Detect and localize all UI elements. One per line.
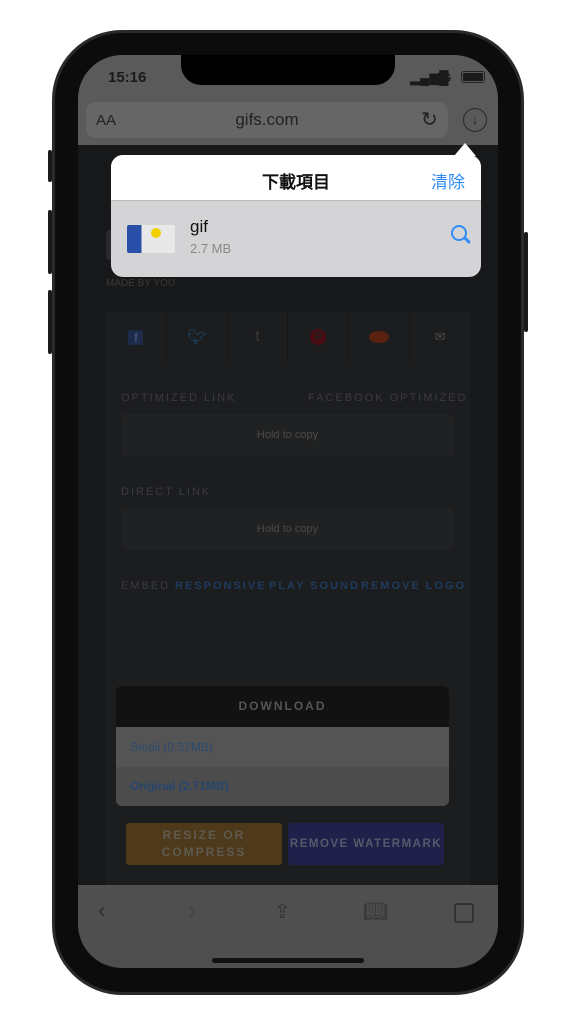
remove-logo-link[interactable]: REMOVE LOGO bbox=[361, 580, 466, 592]
url-domain: gifs.com bbox=[235, 110, 299, 129]
url-bar[interactable]: AA gifs.com ↻ bbox=[86, 102, 448, 138]
twitter-icon[interactable]: 🐦︎ bbox=[167, 312, 228, 362]
mute-switch bbox=[48, 150, 52, 182]
reload-icon[interactable]: ↻ bbox=[421, 107, 438, 132]
download-size: 2.7 MB bbox=[190, 241, 232, 256]
bookmarks-icon[interactable]: 📖︎ bbox=[363, 899, 388, 924]
battery-icon bbox=[461, 71, 485, 83]
safari-toolbar: ‹ › ⇪ 📖︎ bbox=[78, 885, 498, 968]
download-small-option[interactable]: Small (0.37MB) bbox=[116, 727, 449, 767]
reddit-icon[interactable] bbox=[369, 331, 390, 343]
made-by-label: MADE BY YOU bbox=[106, 278, 176, 289]
pinterest-icon[interactable]: p bbox=[310, 329, 327, 345]
volume-up-button bbox=[48, 210, 52, 274]
remove-watermark-button[interactable]: REMOVE WATERMARK bbox=[288, 823, 444, 865]
screen: 15:16 ▂▄▆█ 4G AA gifs.com ↻ ↓ MADE BY YO… bbox=[78, 55, 498, 968]
back-icon[interactable]: ‹ bbox=[98, 897, 106, 925]
direct-link-field[interactable]: Hold to copy bbox=[121, 508, 454, 550]
clear-button[interactable]: 清除 bbox=[431, 168, 465, 193]
share-row: f 🐦︎ t p ✉ bbox=[106, 312, 470, 362]
power-button bbox=[524, 232, 528, 332]
embed-label: EMBED bbox=[121, 580, 171, 592]
mail-icon[interactable]: ✉ bbox=[410, 312, 470, 362]
tumblr-icon[interactable]: t bbox=[228, 312, 289, 362]
optimized-link-label: OPTIMIZED LINK bbox=[121, 392, 237, 404]
download-original-option[interactable]: Original (2.71MB) bbox=[116, 767, 449, 806]
notch bbox=[181, 55, 395, 85]
status-time: 15:16 bbox=[108, 69, 147, 86]
tabs-icon[interactable] bbox=[454, 903, 474, 923]
optimized-link-field[interactable]: Hold to copy bbox=[121, 414, 454, 456]
download-item[interactable]: gif 2.7 MB bbox=[111, 201, 481, 277]
download-menu: DOWNLOAD Small (0.37MB) Original (2.71MB… bbox=[116, 686, 449, 806]
downloads-icon[interactable]: ↓ bbox=[463, 108, 487, 132]
resize-compress-button[interactable]: RESIZE OR COMPRESS bbox=[126, 823, 282, 865]
download-header: DOWNLOAD bbox=[116, 686, 449, 727]
forward-icon[interactable]: › bbox=[188, 897, 196, 925]
share-icon[interactable]: ⇪ bbox=[274, 899, 291, 924]
home-indicator bbox=[212, 958, 364, 963]
play-sound-link[interactable]: PLAY SOUND bbox=[269, 580, 360, 592]
download-name: gif bbox=[190, 217, 208, 236]
downloads-popover: 下載項目 清除 gif 2.7 MB bbox=[111, 155, 481, 277]
search-icon[interactable] bbox=[451, 225, 471, 244]
network-label: 4G bbox=[434, 70, 452, 85]
volume-down-button bbox=[48, 290, 52, 354]
facebook-optimized-label[interactable]: FACEBOOK OPTIMIZED bbox=[308, 392, 467, 404]
responsive-link[interactable]: RESPONSIVE bbox=[175, 580, 267, 592]
facebook-icon[interactable]: f bbox=[128, 329, 144, 345]
downloads-title: 下載項目 bbox=[262, 173, 330, 192]
direct-link-label: DIRECT LINK bbox=[121, 486, 212, 498]
gif-thumbnail bbox=[127, 225, 175, 253]
